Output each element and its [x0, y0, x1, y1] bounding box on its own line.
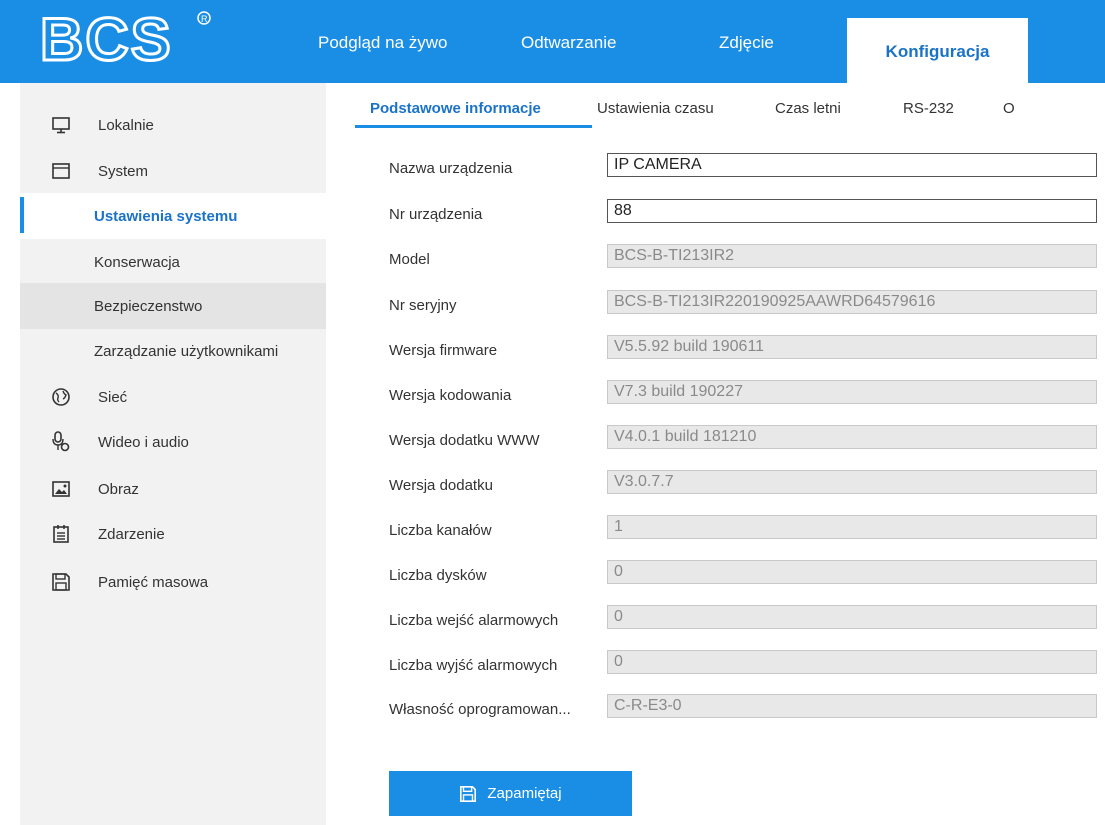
sidebar-item-label: Wideo i audio: [98, 433, 189, 451]
encoding-version-label: Wersja kodowania: [389, 387, 512, 404]
monitor-icon: [50, 114, 72, 136]
channel-count-label: Liczba kanałów: [389, 522, 492, 539]
software-property-field: C-R-E3-0: [607, 694, 1097, 718]
sidebar-item-label: Obraz: [98, 480, 139, 498]
serial-number-label: Nr seryjny: [389, 297, 457, 314]
web-plugin-version-label: Wersja dodatku WWW: [389, 432, 540, 449]
top-navigation-bar: BCS R Podgląd na żywo Odtwarzanie Zdjęci…: [0, 0, 1105, 83]
nav-playback[interactable]: Odtwarzanie: [521, 33, 616, 53]
sidebar-item-video-audio[interactable]: Wideo i audio: [20, 419, 326, 465]
web-plugin-version-field: V4.0.1 build 181210: [607, 425, 1097, 449]
alarm-inputs-field: 0: [607, 605, 1097, 629]
sidebar: Lokalnie System Ustawienia systemu Konse…: [20, 83, 326, 825]
sidebar-item-label: System: [98, 162, 149, 180]
sidebar-item-label: Pamięć masowa: [98, 573, 209, 591]
serial-number-field: BCS-B-TI213IR220190925AAWRD64579616: [607, 290, 1097, 314]
sidebar-item-network[interactable]: Sieć: [20, 374, 326, 420]
sidebar-item-user-management[interactable]: Zarządzanie użytkownikami: [20, 328, 326, 374]
calendar-icon: [50, 523, 72, 545]
model-label: Model: [389, 251, 430, 268]
plugin-version-label: Wersja dodatku: [389, 477, 493, 494]
tab-rs232[interactable]: RS-232: [903, 100, 954, 117]
device-name-label: Nazwa urządzenia: [389, 160, 513, 177]
device-number-label: Nr urządzenia: [389, 206, 483, 223]
tab-time-settings[interactable]: Ustawienia czasu: [597, 100, 714, 117]
sidebar-item-system-settings[interactable]: Ustawienia systemu: [20, 193, 326, 239]
sidebar-item-local[interactable]: Lokalnie: [20, 102, 326, 148]
sidebar-item-label: Lokalnie: [98, 116, 154, 134]
floppy-icon: [459, 785, 477, 803]
floppy-icon: [50, 571, 72, 593]
firmware-version-field: V5.5.92 build 190611: [607, 335, 1097, 359]
sidebar-item-label: Zarządzanie użytkownikami: [94, 342, 279, 360]
system-icon: [50, 160, 72, 182]
alarm-outputs-field: 0: [607, 650, 1097, 674]
globe-icon: [50, 386, 72, 408]
sidebar-item-event[interactable]: Zdarzenie: [20, 511, 326, 557]
microphone-icon: [50, 431, 72, 453]
nav-live-view[interactable]: Podgląd na żywo: [318, 33, 447, 53]
logo-text: BCS: [40, 8, 173, 70]
nav-configuration[interactable]: Konfiguracja: [847, 18, 1028, 83]
active-tab-underline: [355, 125, 592, 128]
plugin-version-field: V3.0.7.7: [607, 470, 1097, 494]
disk-count-label: Liczba dysków: [389, 567, 487, 584]
sidebar-item-label: Konserwacja: [94, 253, 180, 271]
sidebar-item-label: Sieć: [98, 388, 128, 406]
tab-basic-info[interactable]: Podstawowe informacje: [370, 100, 541, 117]
sidebar-item-storage[interactable]: Pamięć masowa: [20, 559, 326, 605]
sidebar-item-image[interactable]: Obraz: [20, 466, 326, 512]
sidebar-item-label: Bezpieczenstwo: [94, 297, 203, 315]
device-number-input[interactable]: [607, 199, 1097, 223]
sidebar-item-maintenance[interactable]: Konserwacja: [20, 239, 326, 285]
alarm-outputs-label: Liczba wyjść alarmowych: [389, 657, 558, 674]
disk-count-field: 0: [607, 560, 1097, 584]
image-icon: [50, 478, 72, 500]
sidebar-item-security[interactable]: Bezpieczenstwo: [20, 283, 326, 329]
sidebar-item-system[interactable]: System: [20, 148, 326, 194]
nav-picture[interactable]: Zdjęcie: [719, 33, 774, 53]
tab-about[interactable]: O: [1003, 100, 1015, 117]
channel-count-field: 1: [607, 515, 1097, 539]
bcs-logo: BCS R: [40, 8, 211, 70]
firmware-version-label: Wersja firmware: [389, 342, 498, 359]
save-button-label: Zapamiętaj: [487, 785, 562, 802]
selected-indicator: [20, 197, 24, 233]
alarm-inputs-label: Liczba wejść alarmowych: [389, 612, 559, 629]
sidebar-item-label: Zdarzenie: [98, 525, 165, 543]
encoding-version-field: V7.3 build 190227: [607, 380, 1097, 404]
sidebar-item-label: Ustawienia systemu: [94, 207, 238, 225]
model-field: BCS-B-TI213IR2: [607, 244, 1097, 268]
device-name-input[interactable]: [607, 153, 1097, 177]
software-property-label: Własność oprogramowan...: [389, 701, 571, 718]
tab-dst[interactable]: Czas letni: [775, 100, 841, 117]
save-button[interactable]: Zapamiętaj: [389, 771, 632, 816]
svg-text:R: R: [201, 14, 208, 24]
